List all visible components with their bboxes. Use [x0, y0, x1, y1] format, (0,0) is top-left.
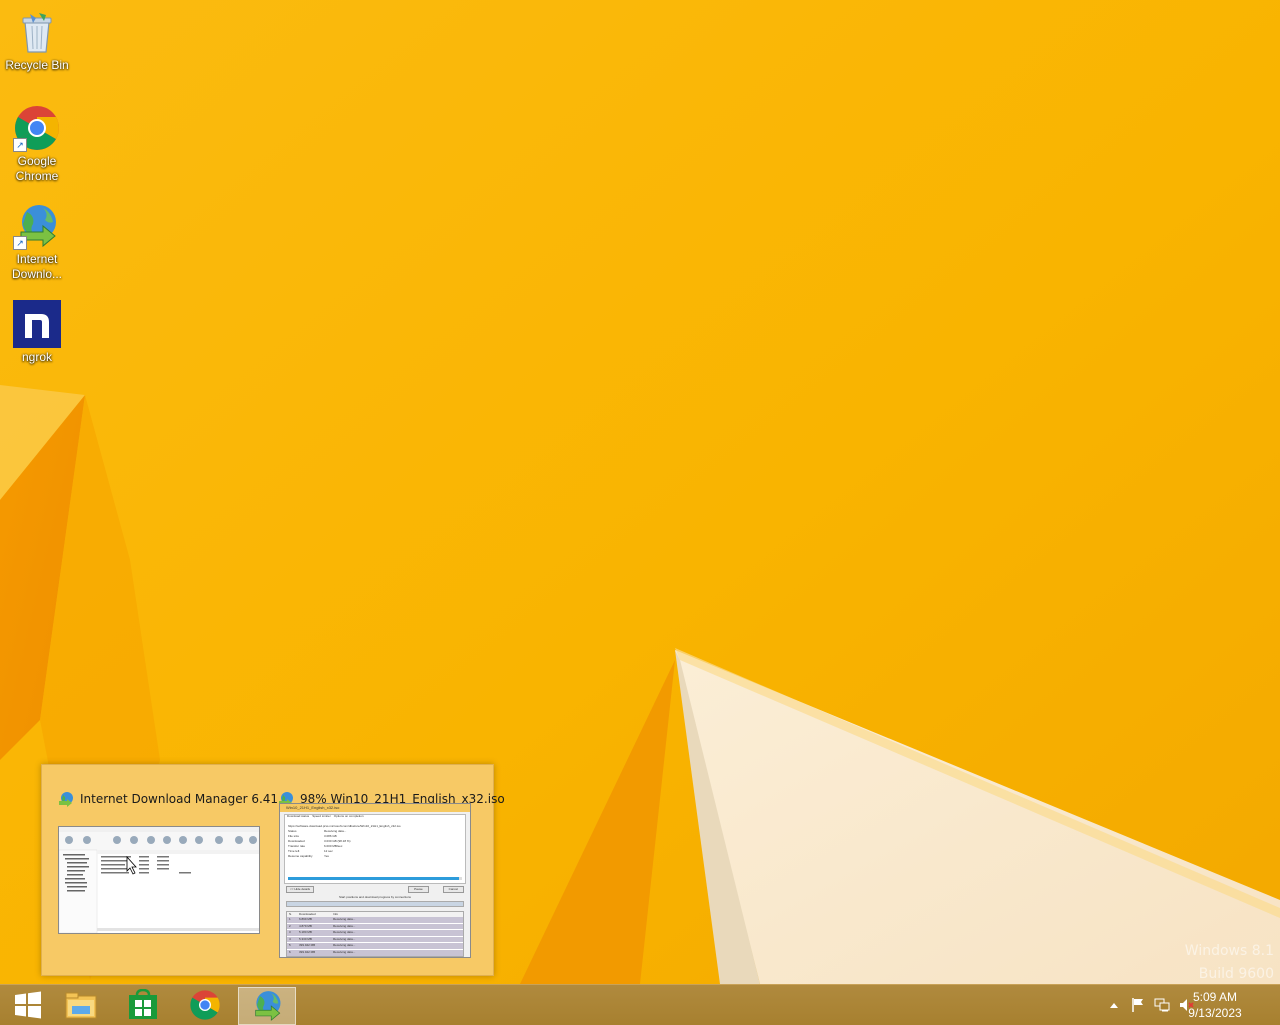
thumbnail-idm-download-progress[interactable]: 98% Win10_21H1_English_x32.iso Win10_21H… — [278, 777, 505, 967]
desktop-icon-google-chrome[interactable]: ↗ Google Chrome — [2, 104, 72, 184]
connection-info: Receiving data... — [333, 917, 356, 921]
thumbnail-idm-main-window[interactable]: Internet Download Manager 6.41 — [58, 777, 278, 967]
chrome-icon: ↗ — [13, 104, 61, 152]
desktop-icon-label: Internet Downlo... — [11, 252, 63, 281]
connections-table: N. Downloaded Info 1 6.899 MB Receiving da… — [286, 911, 464, 957]
desktop-icon-internet-download-manager[interactable]: ↗ Internet Downlo... — [2, 202, 72, 282]
thumbnail-preview-download-dialog: Win10_21H1_English_x32.iso Download stat… — [279, 803, 471, 958]
connection-info: Receiving data... — [333, 936, 356, 941]
system-clock[interactable]: 5:09 AM 9/13/2023 — [1184, 989, 1246, 1021]
connection-info: Receiving data... — [333, 923, 356, 928]
connections-progress-bar — [286, 901, 464, 907]
thumbnail-title-text: Internet Download Manager 6.41 — [80, 792, 279, 806]
taskbar-internet-download-manager[interactable] — [238, 987, 296, 1025]
watermark-build: Build 9600 — [1198, 966, 1274, 982]
connection-row: 3 5.180 MB Receiving data... — [287, 930, 463, 937]
download-progress-bar — [288, 877, 462, 880]
dialog-buttons: << Hide details Pause Cancel — [286, 886, 464, 893]
idm-globe-icon — [59, 792, 73, 807]
windows-logo-icon — [15, 991, 41, 1019]
connection-number: 5 — [289, 943, 291, 948]
start-button[interactable] — [0, 987, 56, 1023]
connection-number: 1 — [289, 917, 291, 921]
hide-details-button[interactable]: << Hide details — [286, 886, 315, 893]
store-icon — [129, 989, 157, 1019]
taskbar-store[interactable] — [115, 987, 171, 1023]
connection-downloaded: 399.942 MB — [299, 949, 316, 954]
os-version-watermark: Windows 8.1 Build 9600 — [1185, 940, 1274, 986]
connection-row: 4 5.330 MB Receiving data... — [287, 936, 463, 944]
connection-downloaded: 5.330 MB — [299, 936, 312, 941]
connection-downloaded: 399.942 MB — [299, 943, 316, 948]
desktop-icon-ngrok[interactable]: ngrok — [2, 300, 72, 365]
network-icon[interactable] — [1154, 997, 1170, 1013]
connection-row: 5 399.942 MB Receiving data... — [287, 943, 463, 950]
idm-globe-icon: ↗ — [13, 202, 61, 250]
recycle-bin-icon — [13, 8, 61, 56]
connection-number: 6 — [289, 949, 291, 954]
thumbnail-title: Internet Download Manager 6.41 — [58, 789, 278, 809]
connection-row: 6 399.942 MB Receiving data... — [287, 949, 463, 956]
connection-downloaded: 6.899 MB — [299, 917, 312, 921]
connection-row: 1 6.899 MB Receiving data... — [287, 917, 463, 924]
action-center-flag-icon[interactable] — [1130, 997, 1146, 1013]
connection-row: 2 4.879 MB Receiving data... — [287, 923, 463, 931]
tab-download-status: Download status — [287, 814, 310, 818]
chrome-icon — [190, 990, 220, 1020]
idm-globe-icon — [255, 991, 281, 1021]
connection-number: 3 — [289, 930, 291, 935]
tab-options-on-completion: Options on completion — [333, 814, 364, 818]
resume-label: Resume capability — [288, 854, 313, 858]
shortcut-arrow-icon: ↗ — [13, 138, 27, 152]
ngrok-icon — [13, 300, 61, 348]
thumbnail-preview-idm — [58, 826, 260, 934]
dialog-title-bar: Win10_21H1_English_x32.iso — [280, 804, 470, 812]
watermark-os-name: Windows 8.1 — [1184, 943, 1274, 959]
show-hidden-icons-chevron-up-icon[interactable] — [1106, 997, 1122, 1013]
dialog-tabs: Download status Speed Limiter Options on… — [287, 814, 364, 819]
resume-value: Yes — [324, 854, 329, 858]
connections-label: Start positions and download progress by… — [339, 895, 411, 899]
connection-info: Receiving data... — [333, 930, 356, 935]
cancel-button[interactable]: Cancel — [442, 886, 464, 893]
desktop-icon-label: Google Chrome — [15, 154, 59, 183]
connection-number: 4 — [289, 936, 291, 941]
connection-downloaded: 4.879 MB — [299, 923, 312, 928]
shortcut-arrow-icon: ↗ — [13, 236, 27, 250]
download-progress-fill — [288, 877, 459, 880]
pause-button[interactable]: Pause — [408, 886, 429, 893]
folder-icon — [65, 992, 97, 1019]
connection-downloaded: 5.180 MB — [299, 930, 312, 935]
connection-info: Receiving data... — [333, 949, 356, 954]
desktop-icon-label: Recycle Bin — [5, 58, 69, 72]
clock-date: 9/13/2023 — [1188, 1006, 1242, 1020]
connections-table-body: 1 6.899 MB Receiving data... 2 4.879 MB Recei… — [287, 917, 463, 956]
dialog-status-panel: Download status Speed Limiter Options on… — [284, 814, 466, 884]
clock-time: 5:09 AM — [1192, 990, 1238, 1004]
taskbar-thumbnail-popup: Internet Download Manager 6.41 98% Win10… — [41, 764, 505, 976]
desktop-icon-label: ngrok — [21, 350, 53, 364]
taskbar: 5:09 AM 9/13/2023 — [0, 984, 1280, 1025]
taskbar-chrome[interactable] — [177, 987, 233, 1023]
connection-number: 2 — [289, 923, 291, 928]
tab-speed-limiter: Speed Limiter — [312, 814, 331, 818]
connection-info: Receiving data... — [333, 943, 356, 948]
taskbar-file-explorer[interactable] — [53, 987, 109, 1023]
desktop-icon-recycle-bin[interactable]: Recycle Bin — [2, 8, 72, 73]
